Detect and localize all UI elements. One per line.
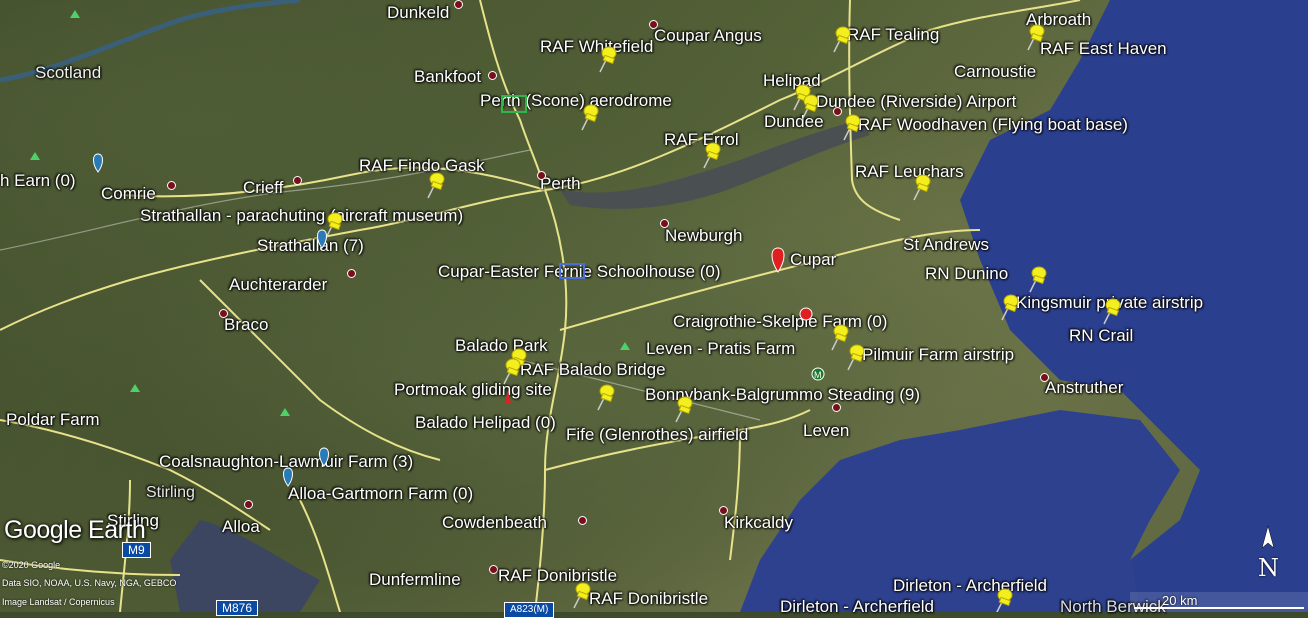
place-label-craigrothie: Craigrothie-Skelpie Farm (0) xyxy=(673,312,888,331)
place-label-rn-crail: RN Crail xyxy=(1069,326,1134,345)
place-label-anstruther: Anstruther xyxy=(1045,378,1124,397)
town-marker[interactable] xyxy=(660,219,669,228)
place-label-balado-helipad: Balado Helipad (0) xyxy=(415,413,556,432)
road-sign-a823m: A823(M) xyxy=(504,602,555,618)
place-label-strathallan-parachuting: Strathallan - parachuting (aircraft muse… xyxy=(140,206,464,225)
place-label-dundee-riverside: Dundee (Riverside) Airport xyxy=(816,92,1017,111)
place-label-fife-glenrothes: Fife (Glenrothes) airfield xyxy=(566,425,749,444)
town-marker[interactable] xyxy=(1040,373,1049,382)
town-marker[interactable] xyxy=(833,107,842,116)
place-label-raf-east-haven: RAF East Haven xyxy=(1040,39,1167,58)
place-label-raf-tealing: RAF Tealing xyxy=(847,25,940,44)
town-marker[interactable] xyxy=(832,403,841,412)
place-label-raf-errol: RAF Errol xyxy=(664,130,739,149)
place-label-raf-donibristle-1: RAF Donibristle xyxy=(498,566,618,585)
place-label-poldar-farm: Poldar Farm xyxy=(6,410,100,429)
scale-bar: 20 km xyxy=(1130,592,1308,612)
place-label-earn: h Earn (0) xyxy=(0,171,76,190)
place-label-dunfermline: Dunfermline xyxy=(369,570,461,589)
place-label-cupar-easter-fernie: Cupar-Easter Fernie Schoolhouse (0) xyxy=(438,262,721,281)
place-label-crieff: Crieff xyxy=(243,178,284,197)
compass-label: N xyxy=(1258,554,1279,582)
place-label-alloa-gartmorn: Alloa-Gartmorn Farm (0) xyxy=(288,484,474,503)
place-label-kingsmuir: Kingsmuir private airstrip xyxy=(1016,293,1204,312)
place-label-bonnybank: Bonnybank-Balgrummo Steading (9) xyxy=(645,385,920,404)
place-label-bankfoot: Bankfoot xyxy=(414,67,482,86)
place-label-raf-balado-bridge: RAF Balado Bridge xyxy=(520,360,666,379)
compass-north-icon[interactable]: N xyxy=(1254,524,1282,584)
place-label-strathallan: Strathallan (7) xyxy=(257,236,364,255)
road-sign-m876: M876 xyxy=(216,600,259,616)
place-label-scotland: Scotland xyxy=(35,63,102,82)
place-label-newburgh: Newburgh xyxy=(665,226,743,245)
town-marker[interactable] xyxy=(649,20,658,29)
place-label-balado-park: Balado Park xyxy=(455,336,548,355)
place-label-arbroath: Arbroath xyxy=(1026,10,1092,29)
place-label-auchterarder: Auchterarder xyxy=(229,275,328,294)
place-label-carnoustie: Carnoustie xyxy=(954,62,1037,81)
place-label-leven-pratis: Leven - Pratis Farm xyxy=(646,339,796,358)
place-label-dunkeld: Dunkeld xyxy=(387,3,450,22)
place-label-coupar-angus: Coupar Angus xyxy=(654,26,762,45)
town-marker[interactable] xyxy=(454,0,463,9)
place-label-alloa: Alloa xyxy=(222,517,260,536)
place-label-raf-findo-gask: RAF Findo Gask xyxy=(359,156,485,175)
place-label-helipad: Helipad xyxy=(763,71,821,90)
scale-label: 20 km xyxy=(1162,593,1198,608)
place-label-rn-dunino: RN Dunino xyxy=(925,264,1009,283)
place-label-raf-donibristle-2: RAF Donibristle xyxy=(589,589,709,608)
data-attribution-text: Data SIO, NOAA, U.S. Navy, NGA, GEBCO xyxy=(2,578,177,588)
place-label-cowdenbeath: Cowdenbeath xyxy=(442,513,547,532)
place-label-perth: Perth xyxy=(540,174,581,193)
place-label-raf-leuchars: RAF Leuchars xyxy=(855,162,964,181)
place-label-cupar: Cupar xyxy=(790,250,837,269)
town-marker[interactable] xyxy=(488,71,497,80)
town-marker[interactable] xyxy=(719,506,728,515)
place-label-leven: Leven xyxy=(803,421,850,440)
place-label-raf-whitefield: RAF Whitefield xyxy=(540,37,654,56)
satellite-map[interactable]: Dunkeld Coupar Angus RAF Tealing Arbroat… xyxy=(0,0,1308,618)
town-marker[interactable] xyxy=(347,269,356,278)
town-marker[interactable] xyxy=(293,176,302,185)
town-marker[interactable] xyxy=(167,181,176,190)
town-marker[interactable] xyxy=(578,516,587,525)
place-label-st-andrews: St Andrews xyxy=(903,235,989,254)
town-marker[interactable] xyxy=(219,309,228,318)
place-label-kirkcaldy: Kirkcaldy xyxy=(724,513,793,532)
town-marker[interactable] xyxy=(244,500,253,509)
place-label-comrie: Comrie xyxy=(101,184,156,203)
scale-bar-line xyxy=(1134,607,1304,609)
google-earth-logo: Google Earth xyxy=(4,516,146,544)
town-marker[interactable] xyxy=(489,565,498,574)
place-label-dirleton-2: Dirleton - Archerfield xyxy=(780,597,935,616)
place-label-dirleton-1: Dirleton - Archerfield xyxy=(893,576,1048,595)
place-label-coalsnaughton: Coalsnaughton-Lawmuir Farm (3) xyxy=(159,452,414,471)
copyright-text: ©2020 Google xyxy=(2,560,61,570)
place-label-dundee: Dundee xyxy=(764,112,824,131)
place-label-raf-woodhaven: RAF Woodhaven (Flying boat base) xyxy=(858,115,1128,134)
place-label-portmoak: Portmoak gliding site xyxy=(394,380,552,399)
place-label-braco: Braco xyxy=(224,315,269,334)
place-label-stirling-small: Stirling xyxy=(146,484,195,501)
place-label-pilmuir: Pilmuir Farm airstrip xyxy=(862,345,1015,364)
imagery-attribution-text: Image Landsat / Copernicus xyxy=(2,597,115,607)
place-label-perth-scone: Perth (Scone) aerodrome xyxy=(480,91,672,110)
town-marker[interactable] xyxy=(537,171,546,180)
